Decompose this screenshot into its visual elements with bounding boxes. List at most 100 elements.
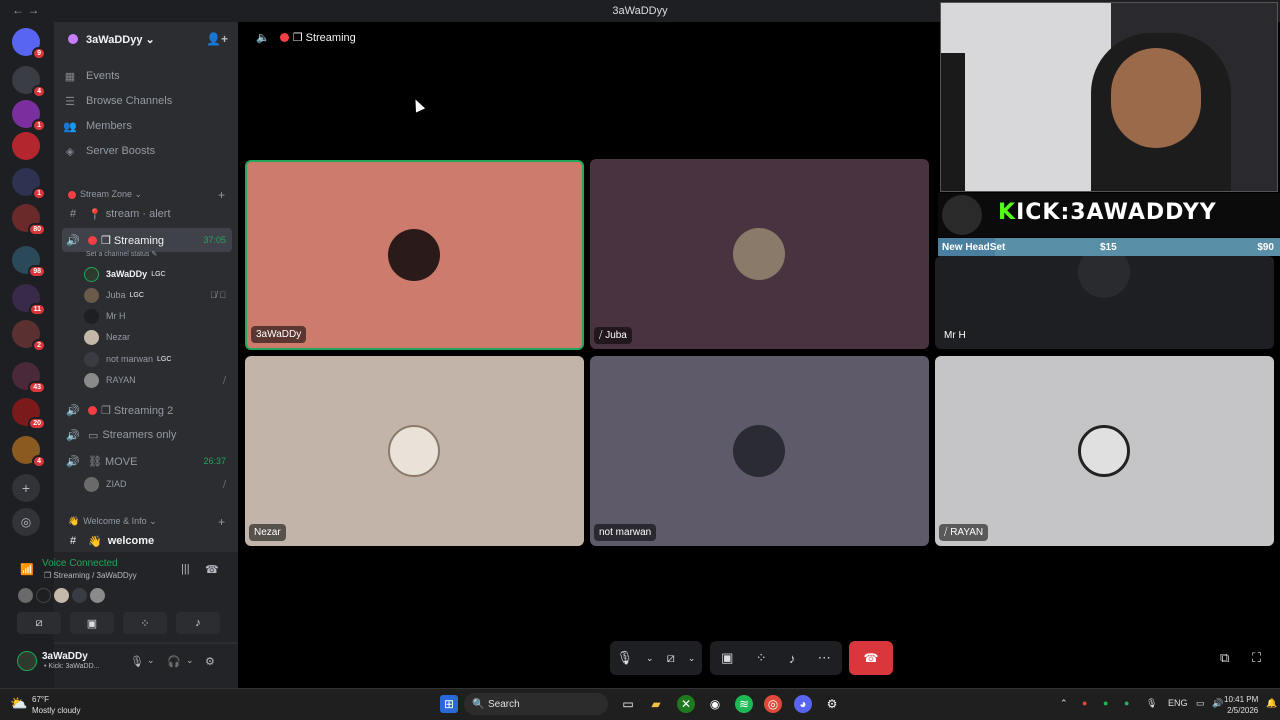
spotify-icon[interactable]: ≋ [735,695,753,713]
server-folder-icon[interactable]: 98 [12,246,46,278]
channel-streamers-only[interactable]: 🔊 ▭ Streamers only [62,424,232,446]
channel-status[interactable]: Set a channel status ✎ [86,250,157,258]
discord-home-icon[interactable]: 9 [12,28,46,60]
nav-arrows-icon[interactable]: ← → [12,3,39,17]
participant-tile[interactable]: Mr H [935,246,1274,349]
weather-widget[interactable]: 67°F Mostly cloudy [32,694,80,716]
server-icon[interactable]: 11 [12,284,46,316]
nav-item-browse-channels[interactable]: ☰ Browse Channels [62,90,232,112]
task-view-icon[interactable]: ▭ [619,695,637,713]
goal-target: $90 [1257,241,1274,253]
screen-share-button[interactable]: ▣ [70,612,114,634]
participant-tile[interactable]: ⧸ RAYAN [935,356,1274,546]
voice-user[interactable]: RAYAN ⧸ [84,370,230,390]
voice-connected-channel[interactable]: ❒ Streaming / 3aWaDDyy [44,571,137,580]
add-server-icon[interactable]: + [12,474,40,502]
nav-item-server-boosts[interactable]: ◈ Server Boosts [62,140,232,162]
fullscreen-icon[interactable]: ⛶ [1252,650,1261,666]
popout-icon[interactable]: ⧉ [1220,650,1229,666]
avatar[interactable] [17,651,37,671]
camera-off-button[interactable]: ⧄ [17,612,61,634]
noise-suppression-icon[interactable]: ||| [181,563,190,575]
category-welcome-info[interactable]: 👋 Welcome & Info ⌄ + [68,515,230,529]
server-folder-icon[interactable]: 20 [12,398,46,430]
notification-icon[interactable]: 🔔 [1266,698,1277,709]
channel-label: stream · alert [105,208,171,220]
channel-welcome[interactable]: # 👋 welcome [62,530,232,552]
voice-user[interactable]: ZIAD ⧸ [84,474,230,494]
server-folder-icon[interactable]: 43 [12,362,46,394]
channel-label: ❒ Streaming 2 [101,404,174,417]
volume-icon[interactable]: 🔊 [1212,698,1223,709]
microphone-icon[interactable]: 🎙 [617,650,634,666]
language-indicator[interactable]: ENG [1168,698,1188,708]
category-stream-zone[interactable]: Stream Zone ⌄ + [68,188,230,202]
channel-label: welcome [107,535,155,547]
server-icon[interactable]: 4 [12,66,46,98]
chevron-down-icon[interactable]: ⌄ [186,655,194,666]
settings-gear-icon[interactable]: ⚙ [823,695,841,713]
microphone-icon[interactable]: 🎙 [130,655,144,668]
disconnect-icon[interactable]: ☎ [205,563,219,576]
tray-app-icon[interactable]: ● [1082,698,1087,708]
server-icon[interactable]: 1 [12,100,46,132]
server-folder-icon[interactable]: 2 [12,320,46,352]
file-explorer-icon[interactable]: ▰ [647,695,665,713]
add-channel-icon[interactable]: + [218,515,225,529]
server-header[interactable]: 3aWaDDyy ⌄ 👤+ [54,22,238,56]
server-folder-icon[interactable]: 1 [12,168,46,200]
channel-streaming[interactable]: 🔊 ❒ Streaming 37:05 [62,228,232,252]
network-icon[interactable]: ▭ [1196,698,1205,709]
discord-icon[interactable]: ◕ [794,695,812,713]
nav-item-members[interactable]: 👥 Members [62,115,232,137]
chevron-down-icon[interactable]: ⌄ [147,655,155,666]
voice-user[interactable]: Mr H [84,306,230,326]
chrome-icon[interactable]: ◎ [764,695,782,713]
start-icon[interactable]: ⊞ [440,695,458,713]
discover-icon[interactable]: ◎ [12,508,40,536]
voice-user[interactable]: Nezar [84,327,230,347]
server-folder-icon[interactable]: 4 [12,436,46,468]
invite-icon[interactable]: 👤+ [206,32,228,46]
spotify-tray-icon[interactable]: ● [1124,698,1129,708]
settings-gear-icon[interactable]: ⚙ [205,655,215,668]
deafen-icon: 🎙̸ ⃠ [209,290,226,300]
participant-tile[interactable]: not marwan [590,356,929,546]
taskbar-search[interactable]: 🔍 Search [464,693,608,715]
channel-streaming-2[interactable]: 🔊 ❒ Streaming 2 [62,399,232,421]
disconnect-button[interactable]: ☎ [849,641,893,675]
chevron-down-icon[interactable]: ⌄ [688,653,696,664]
guild-badge: 9 [32,47,46,60]
tile-name-badge: ⧸ RAYAN [939,524,989,541]
weather-icon[interactable]: ⛅ [10,695,27,712]
nav-item-events[interactable]: ▦ Events [62,65,232,87]
voice-user[interactable]: 3aWaDDy LGC [84,264,230,284]
voice-user[interactable]: not marwan LGC [84,349,230,369]
screen-share-icon[interactable]: ▣ [721,650,733,666]
chevron-up-icon[interactable]: ⌃ [1060,698,1068,709]
server-icon[interactable] [12,132,40,160]
participant-tile[interactable]: ⧸ Juba [590,159,929,349]
channel-move[interactable]: 🔊 ⛓ MOVE 26:37 [62,450,232,472]
obs-icon[interactable]: ◉ [706,695,724,713]
tray-app-icon[interactable]: ● [1103,698,1108,708]
camera-off-icon[interactable]: ⧄ [667,650,675,666]
more-icon[interactable]: ⋯ [818,650,831,666]
activities-icon[interactable]: ⁘ [756,650,767,666]
signal-icon[interactable]: 📶 [20,563,34,576]
soundboard-icon[interactable]: ♪ [789,651,796,666]
voice-user[interactable]: Juba LGC 🎙̸ ⃠ [84,285,230,305]
xbox-icon[interactable]: ✕ [677,695,695,713]
soundboard-button[interactable]: ♪ [176,612,220,634]
participant-tile[interactable]: 3aWaDDy [245,160,584,350]
microphone-tray-icon[interactable]: 🎙 [1146,698,1157,709]
activities-button[interactable]: ⁘ [123,612,167,634]
add-channel-icon[interactable]: + [218,188,225,202]
mascot-icon [942,195,982,235]
channel-stream-alert[interactable]: # 📍 stream · alert [62,203,232,225]
chevron-down-icon[interactable]: ⌄ [646,653,654,664]
headphones-icon[interactable]: 🎧 [167,655,181,668]
clock[interactable]: 10:41 PM 2/5/2026 [1224,694,1258,716]
server-folder-icon[interactable]: 80 [12,204,46,236]
participant-tile[interactable]: Nezar [245,356,584,546]
